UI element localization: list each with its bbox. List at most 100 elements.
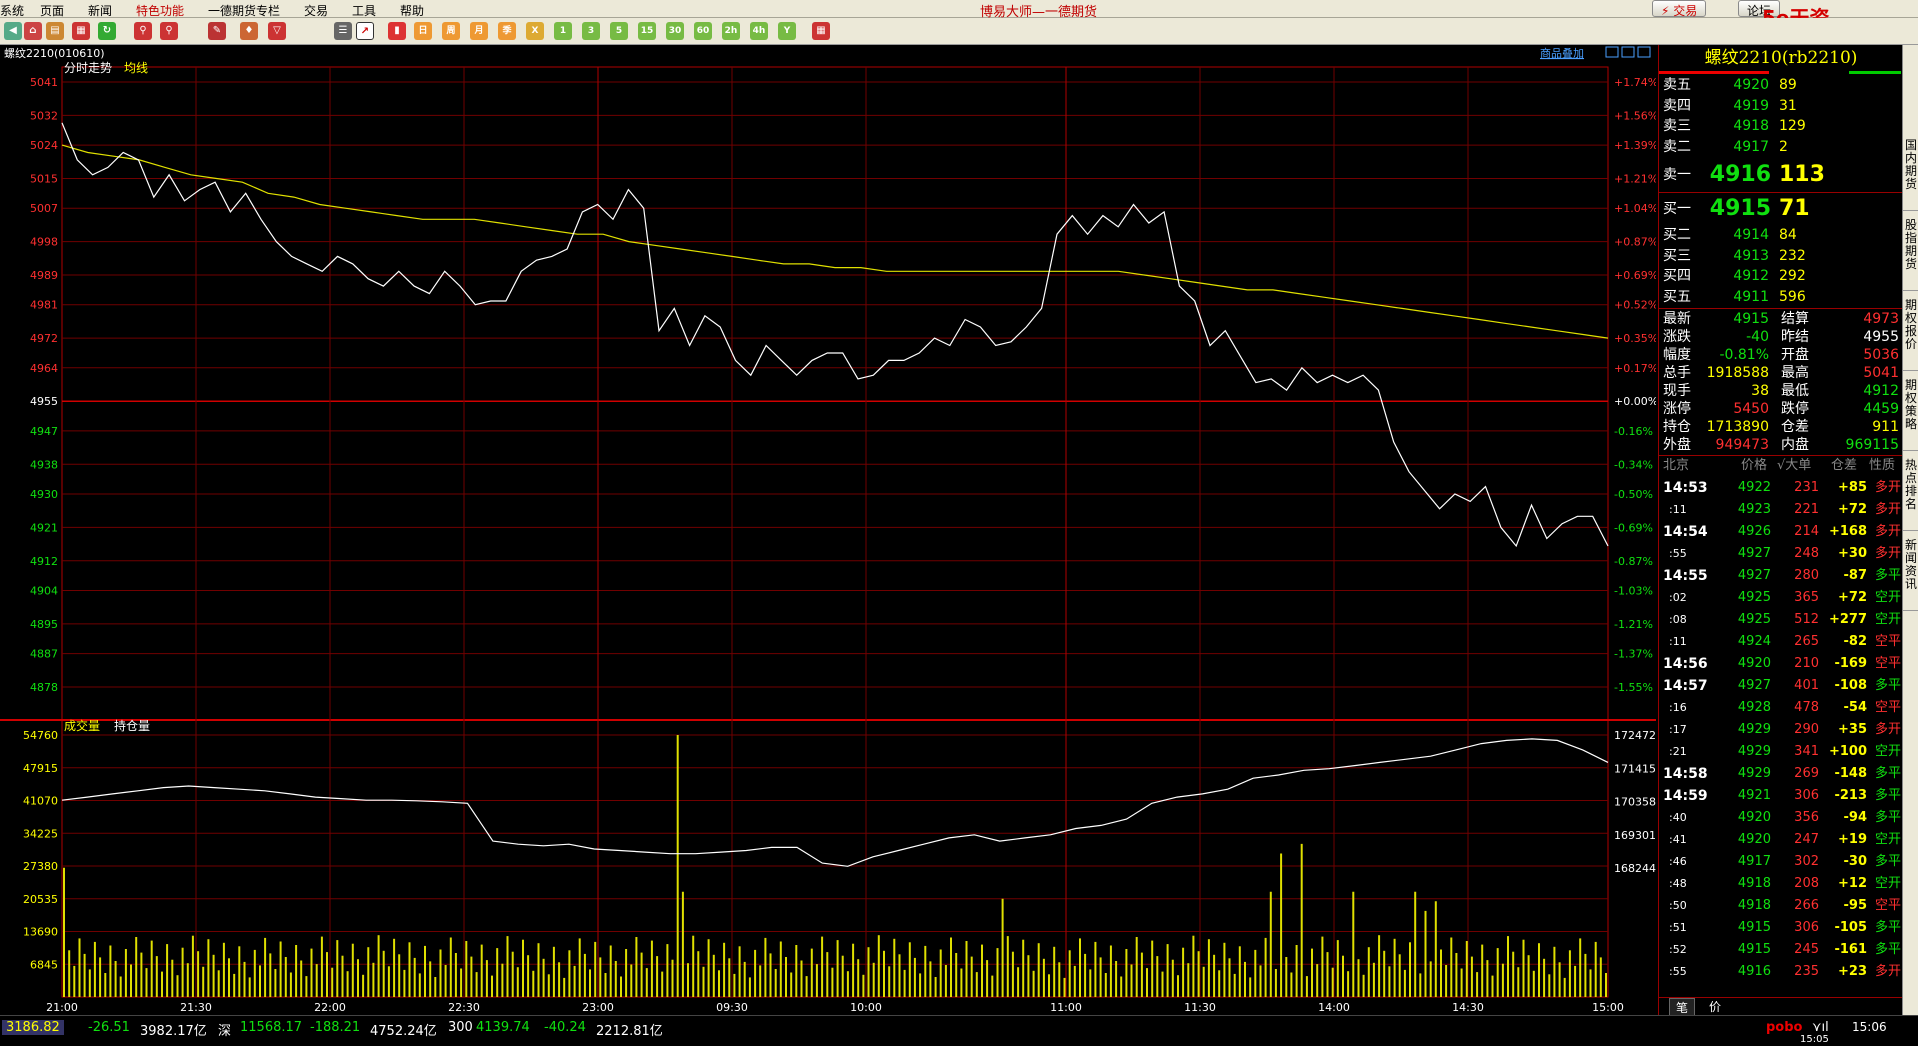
- stat-row[interactable]: 外盘 949473 内盘 969115: [1659, 436, 1903, 454]
- side-tab[interactable]: 期权报价: [1903, 295, 1918, 371]
- period-60[interactable]: 60: [694, 22, 712, 40]
- tick-volume: 214: [1794, 524, 1819, 539]
- menu-news[interactable]: 新闻: [88, 2, 112, 19]
- side-tab[interactable]: 新闻资讯: [1903, 535, 1918, 611]
- period-x[interactable]: X: [526, 22, 544, 40]
- pen-icon[interactable]: ✎: [208, 22, 226, 40]
- bid1-row[interactable]: 买一 4915 71: [1659, 193, 1903, 225]
- ask-row[interactable]: 卖二 4917 2: [1659, 137, 1903, 157]
- menu-page[interactable]: 页面: [40, 2, 64, 19]
- side-tab[interactable]: 股指期货: [1903, 215, 1918, 291]
- period-3[interactable]: 3: [582, 22, 600, 40]
- ask-row[interactable]: 卖五 4920 89: [1659, 75, 1903, 95]
- time-tick-label: 09:30: [716, 1001, 748, 1014]
- bid-row[interactable]: 买二 4914 84: [1659, 225, 1903, 245]
- tick-row[interactable]: :02 4925 365 +72 空开: [1659, 587, 1903, 609]
- tick-row[interactable]: :52 4915 245 -161 多平: [1659, 939, 1903, 961]
- period-15[interactable]: 15: [638, 22, 656, 40]
- ask1-row[interactable]: 卖一 4916 113: [1659, 159, 1903, 191]
- tick-row[interactable]: :55 4916 235 +23 多开: [1659, 961, 1903, 983]
- period-quarter[interactable]: 季: [498, 22, 516, 40]
- tick-price: 4929: [1737, 744, 1771, 759]
- overlay-button[interactable]: 商品叠加: [1540, 46, 1584, 60]
- side-tab[interactable]: 期权策略: [1903, 375, 1918, 451]
- news-icon[interactable]: ▦: [72, 22, 90, 40]
- kline-icon[interactable]: ▮: [388, 22, 406, 40]
- tick-time: :21: [1669, 745, 1687, 758]
- folder-icon[interactable]: ▤: [46, 22, 64, 40]
- tick-row[interactable]: 14:59 4921 306 -213 多平: [1659, 785, 1903, 807]
- period-day[interactable]: 日: [414, 22, 432, 40]
- tick-row[interactable]: :17 4929 290 +35 多开: [1659, 719, 1903, 741]
- menu-tools[interactable]: 工具: [352, 2, 376, 19]
- tick-volume: 280: [1794, 568, 1819, 583]
- ask1-label: 卖一: [1663, 167, 1691, 183]
- tab-price[interactable]: 价: [1703, 998, 1727, 1015]
- trade-button[interactable]: ⚡ 交易: [1652, 0, 1707, 18]
- tick-row[interactable]: :48 4918 208 +12 空开: [1659, 873, 1903, 895]
- timeline-icon[interactable]: ↗: [356, 22, 374, 40]
- zoom-out-icon[interactable]: [1605, 46, 1619, 58]
- ask-row[interactable]: 卖三 4918 129: [1659, 116, 1903, 136]
- table-icon[interactable]: ☰: [334, 22, 352, 40]
- tick-row[interactable]: :41 4920 247 +19 空开: [1659, 829, 1903, 851]
- sz-label: 深: [218, 1024, 232, 1039]
- calculator-icon[interactable]: ▦: [812, 22, 830, 40]
- intraday-chart[interactable]: 螺纹2210(010610) 商品叠加 分时走势 均线 成交量 持仓量 5041…: [0, 45, 1663, 1015]
- period-2h[interactable]: 2h: [722, 22, 740, 40]
- menu-trade[interactable]: 交易: [304, 2, 328, 19]
- stat-row[interactable]: 幅度 -0.81% 开盘 5036: [1659, 346, 1903, 364]
- period-30[interactable]: 30: [666, 22, 684, 40]
- filter-icon[interactable]: ▽: [268, 22, 286, 40]
- tick-row[interactable]: :46 4917 302 -30 多平: [1659, 851, 1903, 873]
- refresh-icon[interactable]: ↻: [98, 22, 116, 40]
- tick-row[interactable]: 14:57 4927 401 -108 多平: [1659, 675, 1903, 697]
- bid-row[interactable]: 买三 4913 232: [1659, 246, 1903, 266]
- period-1[interactable]: 1: [554, 22, 572, 40]
- tick-row[interactable]: :11 4924 265 -82 空平: [1659, 631, 1903, 653]
- tick-row[interactable]: :21 4929 341 +100 空开: [1659, 741, 1903, 763]
- search-icon[interactable]: ⚲: [134, 22, 152, 40]
- alarm-icon[interactable]: ♦: [240, 22, 258, 40]
- tick-row[interactable]: 14:54 4926 214 +168 多开: [1659, 521, 1903, 543]
- stat-row[interactable]: 涨停 5450 跌停 4459: [1659, 400, 1903, 418]
- tick-row[interactable]: :50 4918 266 -95 空平: [1659, 895, 1903, 917]
- menu-special[interactable]: 特色功能: [136, 2, 184, 19]
- period-y[interactable]: Y: [778, 22, 796, 40]
- oi-tick-label: 1703586: [1614, 796, 1656, 809]
- stat-row[interactable]: 最新 4915 结算 4973: [1659, 310, 1903, 328]
- period-week[interactable]: 周: [442, 22, 460, 40]
- tick-row[interactable]: :40 4920 356 -94 多平: [1659, 807, 1903, 829]
- zoom-in-icon[interactable]: [1621, 46, 1635, 58]
- home-icon[interactable]: ⌂: [24, 22, 42, 40]
- tick-row[interactable]: :11 4923 221 +72 多开: [1659, 499, 1903, 521]
- stat-row[interactable]: 总手 1918588 最高 5041: [1659, 364, 1903, 382]
- tick-row[interactable]: :16 4928 478 -54 空平: [1659, 697, 1903, 719]
- period-5[interactable]: 5: [610, 22, 628, 40]
- tick-row[interactable]: :08 4925 512 +277 空开: [1659, 609, 1903, 631]
- tick-row[interactable]: :55 4927 248 +30 多开: [1659, 543, 1903, 565]
- tick-row[interactable]: 14:58 4929 269 -148 多平: [1659, 763, 1903, 785]
- back-icon[interactable]: ◀: [4, 22, 22, 40]
- stat-row[interactable]: 持仓 1713890 仓差 911: [1659, 418, 1903, 436]
- stat-row[interactable]: 涨跌 -40 昨结 4955: [1659, 328, 1903, 346]
- tick-row[interactable]: 14:56 4920 210 -169 空平: [1659, 653, 1903, 675]
- period-4h[interactable]: 4h: [750, 22, 768, 40]
- stat-row[interactable]: 现手 38 最低 4912: [1659, 382, 1903, 400]
- side-tab[interactable]: 国内期货: [1903, 135, 1918, 211]
- tick-row[interactable]: :51 4915 306 -105 多平: [1659, 917, 1903, 939]
- bid-row[interactable]: 买五 4911 596: [1659, 287, 1903, 307]
- menu-help[interactable]: 帮助: [400, 2, 424, 19]
- tick-row[interactable]: 14:55 4927 280 -87 多平: [1659, 565, 1903, 587]
- bid-row[interactable]: 买四 4912 292: [1659, 266, 1903, 286]
- ask-row[interactable]: 卖四 4919 31: [1659, 96, 1903, 116]
- maximize-icon[interactable]: [1637, 46, 1651, 58]
- tick-row[interactable]: 14:53 4922 231 +85 多开: [1659, 477, 1903, 499]
- volume-tick-label: 47915: [23, 762, 58, 775]
- tick-time: :50: [1669, 899, 1687, 912]
- zoom-icon[interactable]: ⚲: [160, 22, 178, 40]
- side-tab[interactable]: 热点排名: [1903, 455, 1918, 531]
- menu-system[interactable]: 系统: [0, 2, 24, 19]
- period-month[interactable]: 月: [470, 22, 488, 40]
- menu-yide-column[interactable]: 一德期货专栏: [208, 2, 280, 19]
